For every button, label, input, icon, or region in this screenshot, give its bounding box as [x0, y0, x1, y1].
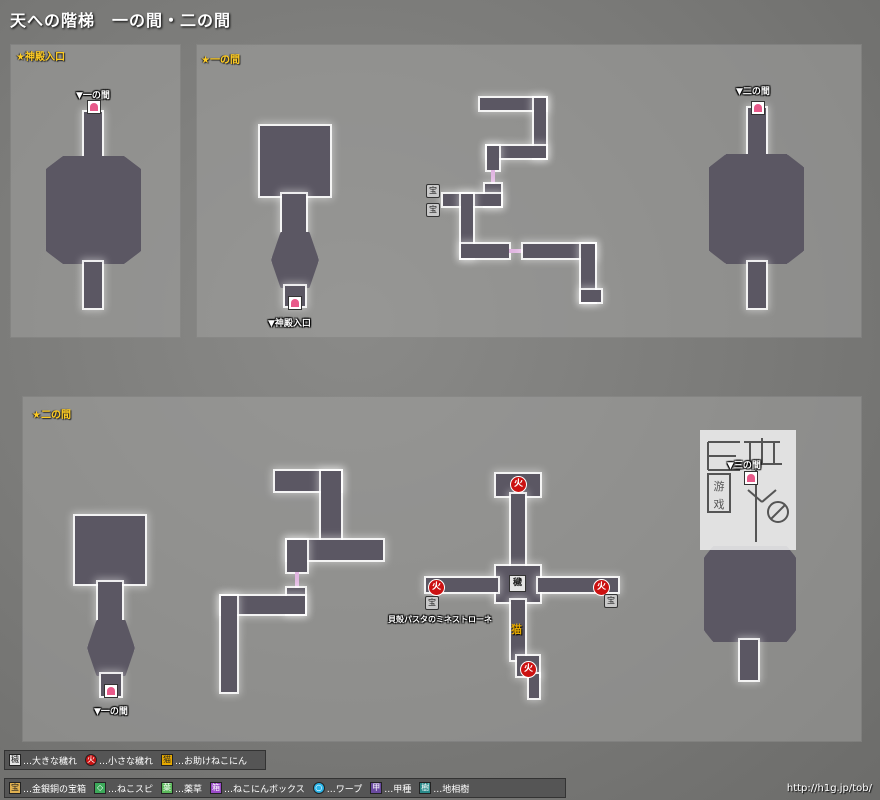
- tree-icon: 樹: [419, 782, 432, 794]
- panel-label-shrine-entrance: ★神殿入口: [16, 52, 65, 63]
- label-to-shrine: ▼神殿入口: [268, 319, 311, 329]
- room2-left-neck: [98, 582, 122, 622]
- room2-right-bottom: [740, 640, 758, 680]
- box-icon: 箱: [210, 782, 223, 794]
- room2-corridor-b: [321, 471, 341, 541]
- label-to-room2: ▼二の間: [736, 87, 770, 97]
- fire-marker[interactable]: 火: [428, 579, 445, 596]
- room-shrine-hall: [84, 112, 102, 160]
- npc-label: 貝殻パスタのミネストローネ: [388, 615, 492, 624]
- legend-item: 甲 …甲種: [370, 782, 411, 795]
- legend-item: 樹 …地相樹: [419, 782, 469, 795]
- chest-icon[interactable]: 宝: [604, 594, 618, 608]
- fire-marker[interactable]: 火: [520, 661, 537, 678]
- chest-icon[interactable]: 宝: [425, 596, 439, 610]
- room1-connector-a: [491, 170, 495, 184]
- room1-corridor-h: [461, 244, 509, 258]
- page-title: 天への階梯 一の間・二の間: [10, 11, 232, 30]
- room2-left-mid: [87, 620, 135, 676]
- svg-text:游: 游: [714, 480, 725, 493]
- legend-text: …小さな穢れ: [99, 756, 154, 767]
- fire-icon: 火: [85, 754, 98, 766]
- legend-item: 火 …小さな穢れ: [85, 754, 153, 767]
- legend-text: …甲種: [384, 784, 412, 795]
- room2-cross-vertical: [511, 494, 525, 566]
- chest-icon[interactable]: 宝: [426, 184, 440, 198]
- legend-text: …ワープ: [326, 784, 363, 795]
- room1-corridor-d: [487, 146, 499, 170]
- panel-label-room1: ★一の間: [201, 55, 240, 66]
- legend-text: …お助けねこにん: [175, 756, 248, 767]
- legend-text: …金銀銅の宝箱: [23, 784, 87, 795]
- legend-impurity: 穢 …大きな穢れ 火 …小さな穢れ 猫 …お助けねこにん: [4, 750, 266, 770]
- room-shrine-main-fill: [46, 156, 141, 264]
- legend-item: 葉 …薬草: [161, 782, 202, 795]
- cat-icon: 猫: [161, 754, 174, 766]
- legend-item: 宝 …金銀銅の宝箱: [9, 782, 86, 795]
- legend-text: …薬草: [175, 784, 203, 795]
- legend-item: ◇ …ねこスピ: [94, 782, 153, 795]
- legend-item: 箱 …ねこにんボックス: [210, 782, 305, 795]
- cat-marker[interactable]: 猫: [511, 621, 522, 637]
- chest-icon: 宝: [9, 782, 21, 794]
- room1-connector-b: [509, 249, 523, 253]
- label-to-room1: ▼一の間: [76, 91, 110, 101]
- label-to-room1-b: ▼一の間: [94, 707, 128, 717]
- room2-corridor-d: [287, 540, 307, 572]
- room2-left-top: [75, 516, 145, 584]
- diamond-icon: ◇: [94, 782, 107, 794]
- room-shrine-bottom: [84, 262, 102, 308]
- chest-icon[interactable]: 宝: [426, 203, 440, 217]
- room1-left-mid: [271, 232, 319, 288]
- svg-text:戏: 戏: [714, 498, 725, 511]
- herb-icon: 葉: [161, 782, 174, 794]
- room2-connector-a: [295, 572, 299, 588]
- room1-left-top: [260, 126, 330, 196]
- door-icon[interactable]: [744, 471, 758, 485]
- room1-left-neck: [282, 194, 306, 234]
- door-icon[interactable]: [288, 296, 302, 310]
- legend-text: …大きな穢れ: [23, 756, 78, 767]
- legend-item: ○ …ワープ: [312, 782, 363, 795]
- room1-right-hall: [748, 108, 766, 158]
- big-impurity-icon: 穢: [9, 754, 21, 766]
- legend-item: 猫 …お助けねこにん: [161, 754, 247, 767]
- label-to-room3: ▼三の間: [727, 461, 761, 471]
- panel-label-room2: ★二の間: [32, 410, 71, 421]
- legend-text: …地相樹: [433, 784, 470, 795]
- legend-item: 穢 …大きな穢れ: [9, 754, 77, 767]
- legend-text: …ねこスピ: [108, 784, 154, 795]
- warp-icon: ○: [312, 782, 325, 794]
- door-icon[interactable]: [87, 100, 101, 114]
- room1-right-bottom: [748, 262, 766, 308]
- fire-marker[interactable]: 火: [510, 476, 527, 493]
- room2-right-main: [704, 546, 796, 642]
- room2-corridor-g: [221, 596, 237, 692]
- watermark-logo: 游 戏: [700, 430, 796, 550]
- site-url[interactable]: http://h1g.jp/tob/: [787, 783, 872, 794]
- room1-right-main: [709, 154, 804, 264]
- door-icon[interactable]: [751, 101, 765, 115]
- beetle-icon: 甲: [370, 782, 383, 794]
- door-icon[interactable]: [104, 684, 118, 698]
- room1-corridor-k: [581, 290, 601, 302]
- big-impurity-marker[interactable]: 穢: [509, 575, 526, 592]
- legend-items: 宝 …金銀銅の宝箱 ◇ …ねこスピ 葉 …薬草 箱 …ねこにんボックス ○ …ワ…: [4, 778, 566, 798]
- legend-text: …ねこにんボックス: [224, 784, 305, 795]
